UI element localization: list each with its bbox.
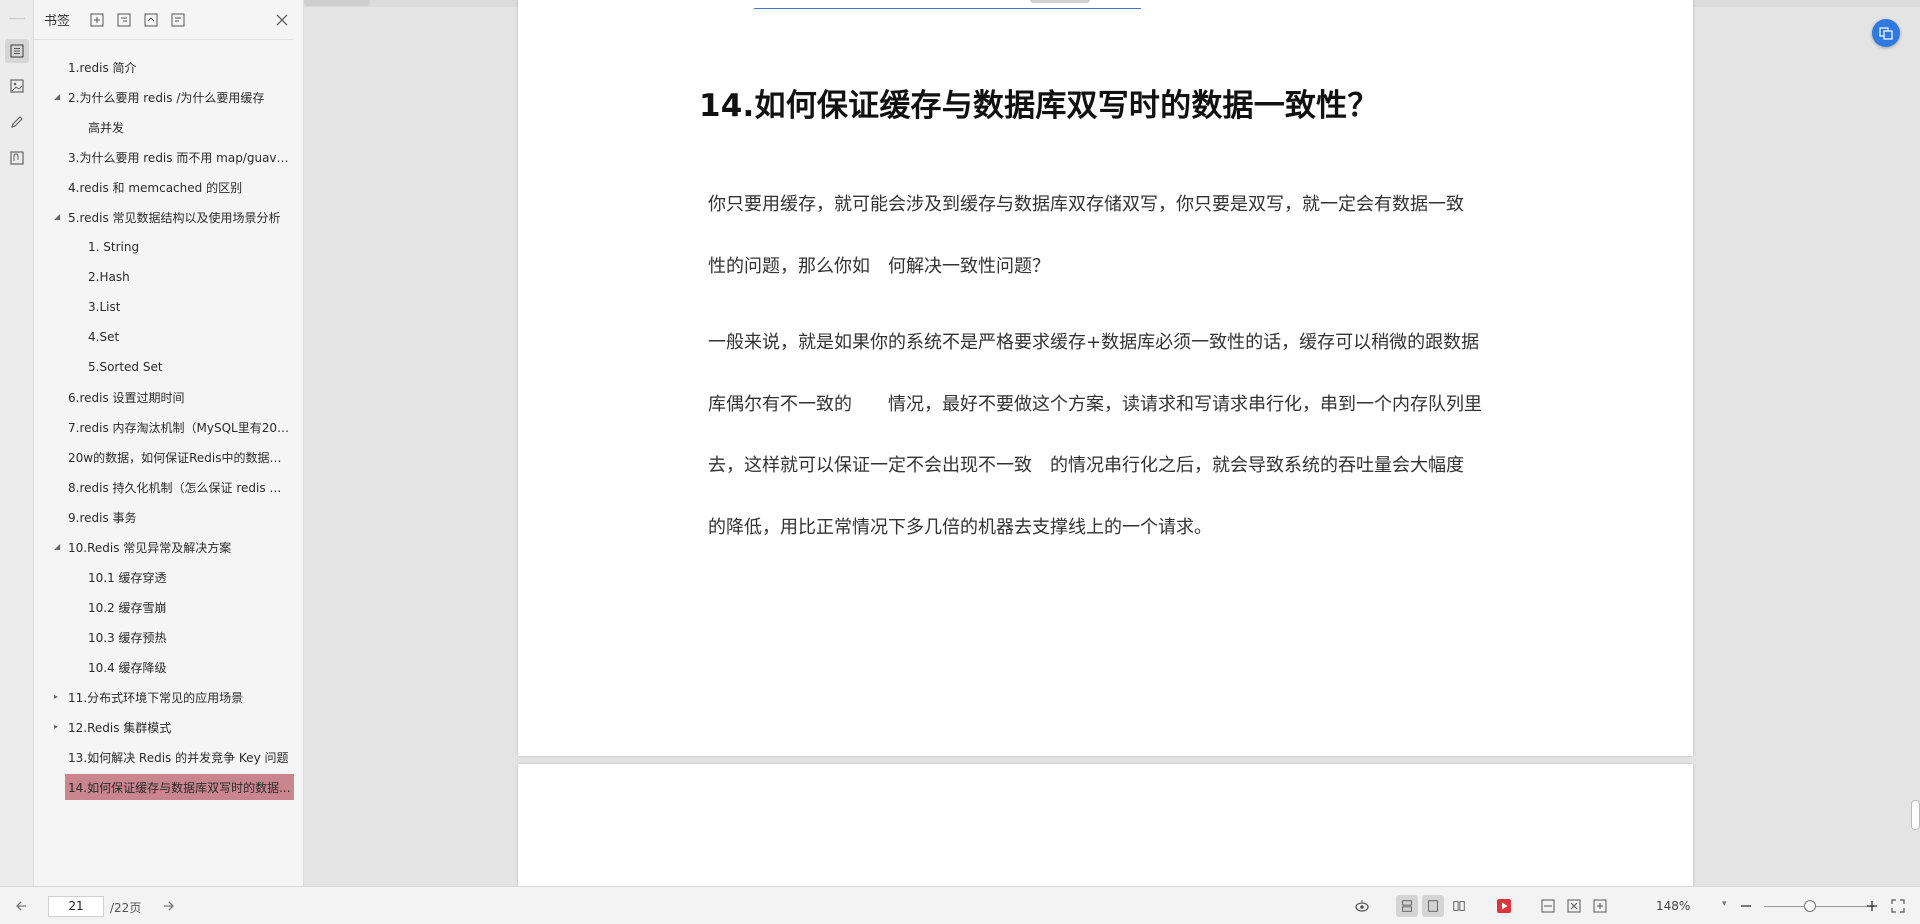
bookmark-panel-header: 书签 — [34, 0, 293, 40]
bookmark-item[interactable]: 7.redis 内存淘汰机制（MySQL里有200... — [34, 412, 303, 442]
bookmark-item[interactable]: 10.4 缓存降级 — [34, 652, 303, 682]
fit-page-icon[interactable] — [1566, 898, 1582, 914]
side-icon-rail — [0, 0, 34, 886]
document-viewport[interactable]: 14.如何保证缓存与数据库双写时的数据一致性？ 你只要用缓存，就可能会涉及到缓存… — [304, 0, 1920, 886]
bookmark-label: 2.Hash — [88, 270, 130, 284]
zoom-level[interactable]: 148% — [1656, 899, 1690, 913]
expand-bookmark-icon[interactable] — [142, 11, 160, 29]
eye-protection-icon[interactable] — [1354, 898, 1370, 914]
total-pages-label: /22页 — [110, 901, 142, 915]
translate-icon[interactable] — [1872, 19, 1900, 47]
bookmark-item[interactable]: 3.List — [34, 292, 303, 322]
bookmark-label: 13.如何解决 Redis 的并发竞争 Key 问题 — [68, 750, 289, 765]
page-number-input[interactable]: 21 — [48, 896, 104, 917]
paragraph-line: 库偶尔有不一致的 情况，最好不要做这个方案，读请求和写请求串行化，串到一个内存队… — [708, 394, 1482, 415]
play-icon[interactable] — [1496, 898, 1512, 914]
single-page-icon[interactable] — [1396, 895, 1418, 917]
actual-size-icon[interactable] — [1592, 898, 1608, 914]
bookmark-label: 1.redis 简介 — [68, 60, 137, 75]
prev-page-icon[interactable] — [14, 898, 30, 914]
bookmark-item[interactable]: 9.redis 事务 — [34, 502, 303, 532]
page-heading: 14.如何保证缓存与数据库双写时的数据一致性？ — [699, 88, 1379, 124]
bookmark-label: 10.2 缓存雪崩 — [88, 600, 167, 615]
bookmark-label: 10.Redis 常见异常及解决方案 — [68, 540, 232, 555]
bookmark-label: 3.List — [88, 300, 121, 314]
bookmark-item-selected[interactable]: 14.如何保证缓存与数据库双写时的数据... — [34, 772, 303, 802]
bookmark-label: 10.1 缓存穿透 — [88, 570, 167, 585]
rail-grip — [9, 18, 25, 19]
bookmark-item[interactable]: 5.Sorted Set — [34, 352, 303, 382]
bookmark-item[interactable]: 10.2 缓存雪崩 — [34, 592, 303, 622]
next-page-icon[interactable] — [160, 898, 176, 914]
bookmark-item[interactable]: 4.redis 和 memcached 的区别 — [34, 172, 303, 202]
bookmark-item[interactable]: 1.redis 简介 — [34, 52, 303, 82]
zoom-in-icon[interactable] — [1864, 898, 1880, 914]
bookmark-item[interactable]: 4.Set — [34, 322, 303, 352]
bookmark-item[interactable]: 10.1 缓存穿透 — [34, 562, 303, 592]
bookmark-item[interactable]: 20w的数据，如何保证Redis中的数据都... — [34, 442, 303, 472]
bookmark-panel-title: 书签 — [44, 14, 71, 29]
bookmark-item[interactable]: 8.redis 持久化机制（怎么保证 redis 挂... — [34, 472, 303, 502]
annotation-icon[interactable] — [5, 110, 29, 134]
bookmark-label: 10.4 缓存降级 — [88, 660, 167, 675]
close-icon[interactable] — [275, 13, 289, 27]
bookmark-item[interactable]: 6.redis 设置过期时间 — [34, 382, 303, 412]
bookmark-label: 14.如何保证缓存与数据库双写时的数据... — [68, 780, 291, 795]
vertical-scroll-thumb[interactable] — [1911, 800, 1920, 830]
bookmark-item[interactable]: 高并发 — [34, 112, 303, 142]
bookmark-label: 5.redis 常见数据结构以及使用场景分析 — [68, 210, 281, 225]
bookmark-list-icon[interactable] — [5, 39, 29, 63]
double-page-icon[interactable] — [1448, 895, 1470, 917]
paragraph-line: 去，这样就可以保证一定不会出现不一致 的情况串行化之后，就会导致系统的吞吐量会大… — [708, 455, 1464, 476]
bookmark-item[interactable]: 3.为什么要用 redis 而不用 map/guava... — [34, 142, 303, 172]
link-overlap — [1030, 0, 1090, 3]
bookmark-item[interactable]: ▸ 11.分布式环境下常见的应用场景 — [34, 682, 303, 712]
paragraph-line: 你只要用缓存，就可能会涉及到缓存与数据库双存储双写，你只要是双写，就一定会有数据… — [708, 194, 1464, 215]
paragraph-line: 一般来说，就是如果你的系统不是严格要求缓存+数据库必须一致性的话，缓存可以稍微的… — [708, 332, 1480, 353]
bookmark-item[interactable]: ▸ 12.Redis 集群模式 — [34, 712, 303, 742]
tab-segment — [304, 0, 370, 6]
bookmark-item[interactable]: 13.如何解决 Redis 的并发竞争 Key 问题 — [34, 742, 303, 772]
bookmark-panel: 书签 1.redis 简介 ◢ 2.为什么要用 redis /为什么要用缓存高并发 3… — [34, 0, 304, 886]
bookmark-list: 1.redis 简介 ◢ 2.为什么要用 redis /为什么要用缓存高并发 3.为什… — [34, 52, 303, 802]
bookmark-label: 10.3 缓存预热 — [88, 630, 167, 645]
chevron-down-icon[interactable]: ▾ — [1722, 899, 1727, 909]
zoom-slider-knob[interactable] — [1804, 900, 1816, 912]
bookmark-item[interactable]: 2.Hash — [34, 262, 303, 292]
bookmark-options-icon[interactable] — [169, 11, 187, 29]
bookmark-label: 8.redis 持久化机制（怎么保证 redis 挂... — [68, 480, 292, 495]
zoom-out-icon[interactable] — [1738, 898, 1754, 914]
bookmark-item[interactable]: ◢ 5.redis 常见数据结构以及使用场景分析 — [34, 202, 303, 232]
bookmark-label: 9.redis 事务 — [68, 510, 137, 525]
paragraph-line: 的降低，用比正常情况下多几倍的机器去支撑线上的一个请求。 — [708, 517, 1212, 538]
paragraph-line: 性的问题，那么你如 何解决一致性问题？ — [708, 256, 1050, 277]
bookmark-label: 7.redis 内存淘汰机制（MySQL里有200... — [68, 420, 292, 435]
bookmark-label: 高并发 — [88, 120, 125, 135]
continuous-page-icon[interactable] — [1422, 895, 1444, 917]
bookmark-label: 5.Sorted Set — [88, 360, 163, 374]
bookmark-label: 12.Redis 集群模式 — [68, 720, 172, 735]
bookmark-label: 6.redis 设置过期时间 — [68, 390, 185, 405]
add-child-bookmark-icon[interactable] — [115, 11, 133, 29]
bookmark-label: 4.Set — [88, 330, 120, 344]
document-page-21: 14.如何保证缓存与数据库双写时的数据一致性？ 你只要用缓存，就可能会涉及到缓存… — [518, 0, 1693, 756]
fit-width-icon[interactable] — [1540, 898, 1556, 914]
add-bookmark-icon[interactable] — [88, 11, 106, 29]
bookmark-label: 3.为什么要用 redis 而不用 map/guava... — [68, 150, 292, 165]
status-bar: 21 /22页 148% ▾ — [0, 886, 1920, 924]
bookmark-item[interactable]: 1. String — [34, 232, 303, 262]
bookmark-item[interactable]: ◢ 10.Redis 常见异常及解决方案 — [34, 532, 303, 562]
fullscreen-icon[interactable] — [1890, 898, 1906, 914]
bookmark-item[interactable]: ◢ 2.为什么要用 redis /为什么要用缓存 — [34, 82, 303, 112]
thumbnail-icon[interactable] — [5, 74, 29, 98]
document-page-22 — [518, 764, 1693, 886]
attachment-icon[interactable] — [5, 146, 29, 170]
bookmark-label: 20w的数据，如何保证Redis中的数据都... — [68, 450, 292, 465]
bookmark-label: 1. String — [88, 240, 140, 254]
bookmark-label: 4.redis 和 memcached 的区别 — [68, 180, 243, 195]
zoom-slider[interactable] — [1764, 906, 1874, 907]
bookmark-item[interactable]: 10.3 缓存预热 — [34, 622, 303, 652]
bookmark-label: 2.为什么要用 redis /为什么要用缓存 — [68, 90, 265, 105]
bookmark-label: 11.分布式环境下常见的应用场景 — [68, 690, 244, 705]
